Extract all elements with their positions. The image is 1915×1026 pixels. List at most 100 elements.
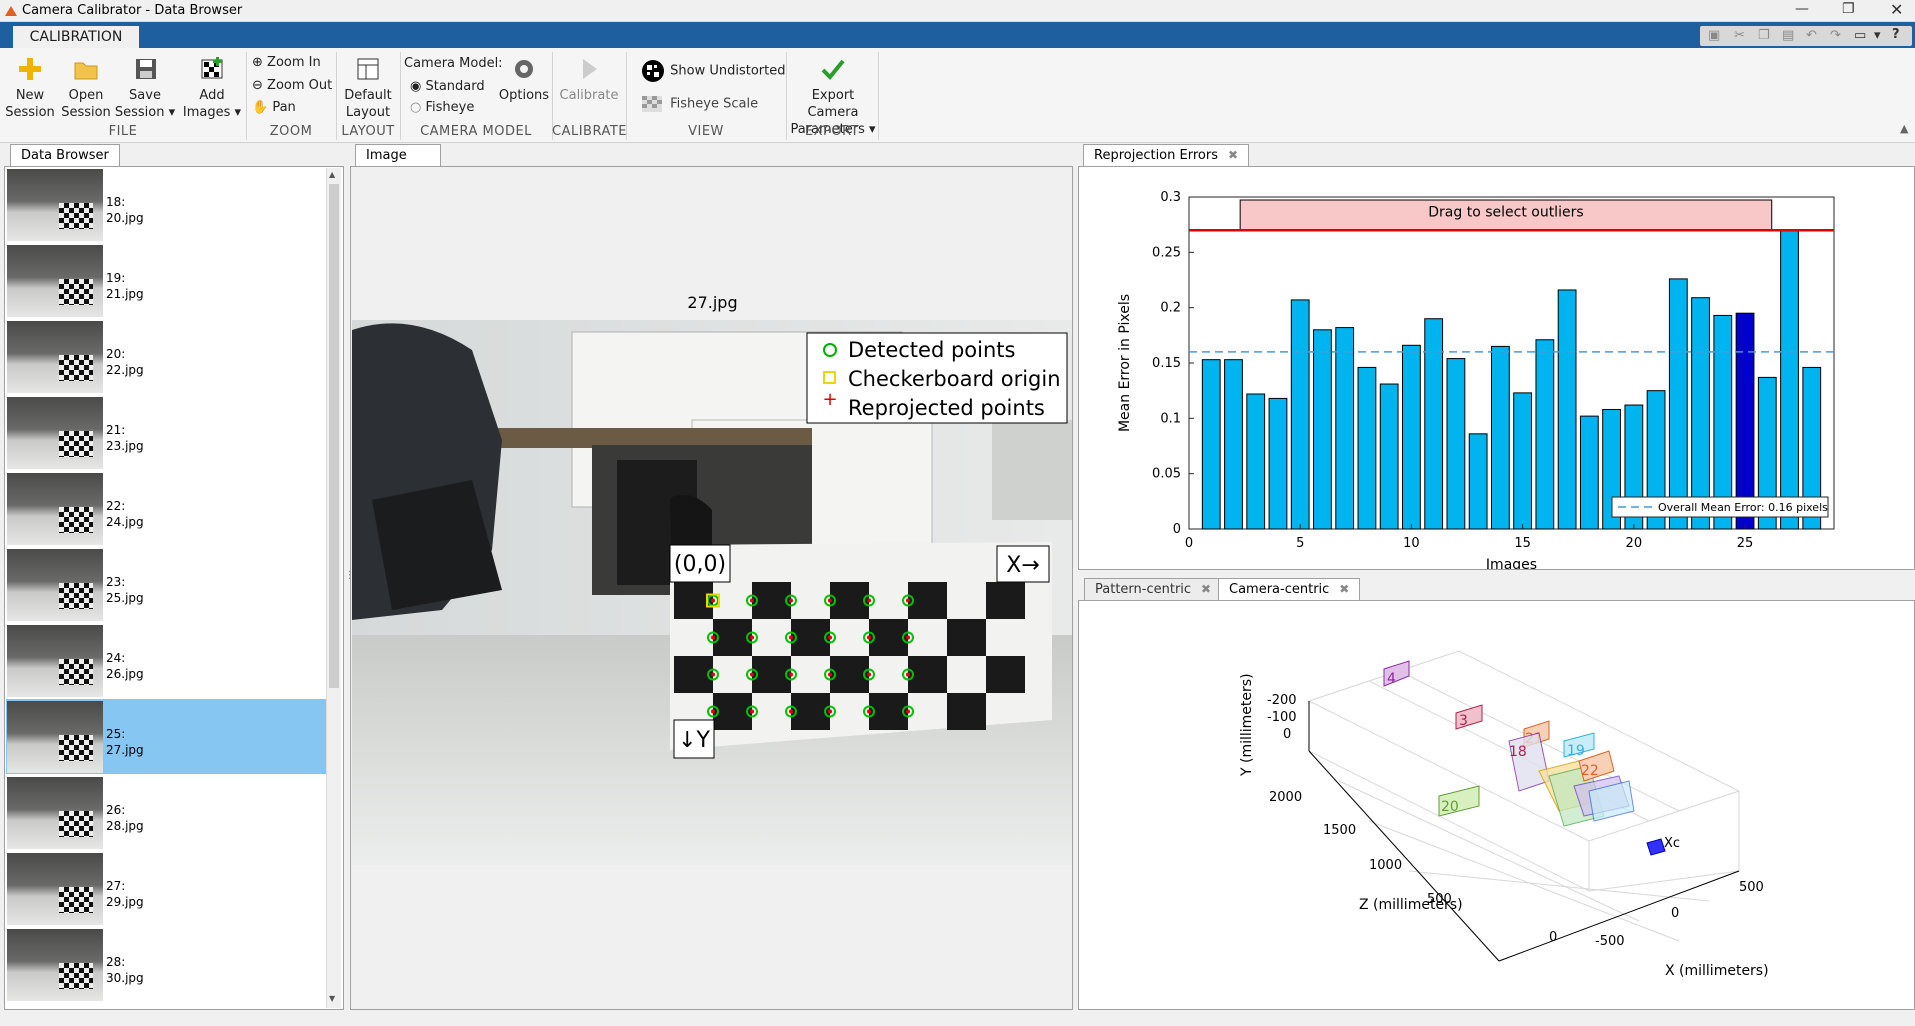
checkerboard-thumbnail (59, 811, 93, 837)
scroll-up-icon[interactable]: ▲ (329, 170, 335, 179)
list-item[interactable]: 20: 22.jpg (6, 319, 328, 394)
thumbnail-label: 21: 23.jpg (106, 422, 144, 454)
save-icon[interactable]: ▣ (1708, 28, 1720, 43)
fisheye-scale-button[interactable]: Fisheye Scale (640, 94, 758, 114)
layout-icon[interactable]: ▭ (1854, 28, 1866, 43)
image-filename: 20.jpg (106, 211, 144, 225)
zoom-in-icon: ⊕ (252, 55, 263, 70)
scroll-down-icon[interactable]: ▼ (329, 994, 335, 1003)
add-images-button[interactable]: Add Images ▾ (180, 56, 244, 121)
thumbnail-label: 20: 22.jpg (106, 346, 144, 378)
thumbnail-image (7, 397, 103, 469)
image-panel: 27.jpg (0,0) X→ ↓Y + Detected points Che… (350, 166, 1073, 1010)
x-tick: 0 (1671, 906, 1679, 921)
checkerboard-thumbnail (59, 735, 93, 761)
tab-data-browser[interactable]: Data Browser (10, 144, 120, 166)
restore-button[interactable]: ❐ (1842, 1, 1855, 17)
quick-access-toolbar: ▣ ✂ ❐ ▤ ↶ ↷ ▭ ▾ ? (1700, 26, 1912, 46)
x-tick-label: 0 (1185, 536, 1193, 551)
tab-reprojection-errors[interactable]: Reprojection Errors ✖ (1083, 144, 1250, 166)
options-button[interactable]: Options (498, 56, 550, 104)
list-item[interactable]: 21: 23.jpg (6, 395, 328, 470)
new-session-button[interactable]: New Session (4, 56, 56, 121)
zoom-in-button[interactable]: ⊕ Zoom In (252, 55, 321, 70)
scroll-thumb[interactable] (329, 184, 339, 688)
status-bar (0, 1012, 1915, 1024)
reprojected-point (906, 709, 910, 714)
x-axis-label: X→ (1006, 553, 1040, 578)
extrinsics-3d-plot[interactable]: -200 -100 0 2000 1500 1000 500 0 500 0 -… (1079, 601, 1914, 1009)
zoom-out-label: Zoom Out (267, 78, 333, 93)
x-axis-title: X (millimeters) (1665, 963, 1769, 979)
cut-icon[interactable]: ✂ (1734, 28, 1745, 43)
calibrate-button[interactable]: Calibrate (556, 56, 622, 104)
tab-image[interactable]: Image (355, 144, 441, 166)
save-session-button[interactable]: Save Session ▾ (114, 56, 176, 121)
open-session-label-1: Open (68, 88, 104, 103)
x-axis-title: Images (1486, 557, 1537, 569)
copy-icon[interactable]: ❐ (1758, 28, 1770, 43)
image-index: 27: (106, 879, 126, 893)
reprojected-point (828, 672, 832, 677)
list-item[interactable]: 26: 28.jpg (6, 775, 328, 850)
list-item[interactable]: 24: 26.jpg (6, 623, 328, 698)
bar (1557, 289, 1577, 530)
z-tick: 1500 (1323, 823, 1356, 838)
dropdown-icon[interactable]: ▾ (1874, 28, 1881, 43)
list-item[interactable]: 18: 20.jpg (6, 167, 328, 242)
image-legend: + Detected points Checkerboard origin Re… (806, 332, 1068, 424)
help-icon[interactable]: ? (1892, 27, 1900, 42)
close-window-button[interactable]: ✕ (1890, 0, 1903, 19)
radio-unselected-icon: ○ (410, 100, 422, 115)
thumbnail-label: 26: 28.jpg (106, 802, 144, 834)
list-item[interactable]: 19: 21.jpg (6, 243, 328, 318)
calibration-image[interactable]: (0,0) X→ ↓Y + Detected points Checkerboa… (352, 320, 1072, 1026)
bar (1357, 366, 1377, 530)
list-item[interactable]: 22: 24.jpg (6, 471, 328, 546)
thumbnail-label: 23: 25.jpg (106, 574, 144, 606)
default-layout-button[interactable]: Default Layout (340, 56, 396, 121)
reprojected-point (750, 598, 754, 603)
tab-calibration[interactable]: CALIBRATION (13, 26, 139, 48)
camera-model-label: Camera Model: (404, 56, 503, 71)
export-label-1: Export Camera (807, 88, 859, 120)
list-item[interactable]: 27: 29.jpg (6, 851, 328, 926)
show-undistorted-button[interactable]: Show Undistorted (640, 59, 785, 83)
bar (1335, 327, 1355, 530)
z-axis-title: Z (millimeters) (1359, 897, 1463, 913)
standard-radio[interactable]: ◉ Standard (410, 79, 485, 94)
list-item[interactable]: 23: 25.jpg (6, 547, 328, 622)
zoom-out-button[interactable]: ⊖ Zoom Out (252, 78, 332, 93)
fisheye-radio[interactable]: ○ Fisheye (410, 100, 474, 115)
scrollbar[interactable]: ▲ ▼ (326, 168, 341, 1008)
redo-icon[interactable]: ↷ (1830, 28, 1841, 43)
tab-pattern-centric[interactable]: Pattern-centric ✖ (1084, 578, 1223, 600)
tab-camera-centric[interactable]: Camera-centric ✖ (1218, 578, 1361, 600)
add-images-label-2: Images ▾ (182, 105, 242, 120)
bar (1668, 278, 1688, 530)
image-filename: 25.jpg (106, 591, 144, 605)
thumbnail-image (7, 549, 103, 621)
paste-icon[interactable]: ▤ (1782, 28, 1794, 43)
reprojected-point (711, 598, 715, 603)
close-tab-icon[interactable]: ✖ (1339, 582, 1349, 596)
y-tick: -100 (1267, 710, 1297, 725)
list-item[interactable]: 25: 27.jpg (6, 699, 328, 774)
default-layout-label-2: Layout (345, 105, 391, 120)
add-images-icon (201, 57, 223, 79)
reprojection-chart[interactable]: 0 0.05 0.1 0.15 0.2 0.25 0.3 0 5 10 15 20 25 Drag to … (1079, 167, 1914, 573)
close-tab-icon[interactable]: ✖ (1228, 148, 1238, 162)
default-layout-label-1: Default (344, 88, 392, 103)
tab-pattern-centric-label: Pattern-centric (1095, 582, 1192, 597)
group-file: FILE (108, 124, 138, 139)
y-tick-label: 0.05 (1152, 467, 1181, 482)
pan-button[interactable]: ✋ Pan (252, 100, 296, 115)
undo-icon[interactable]: ↶ (1806, 28, 1817, 43)
list-item[interactable]: 28: 30.jpg (6, 927, 328, 1002)
open-session-button[interactable]: Open Session (60, 56, 112, 121)
reprojected-point (906, 672, 910, 677)
collapse-ribbon-icon[interactable]: ▲ (1900, 122, 1908, 135)
pan-hand-icon: ✋ (252, 100, 269, 115)
close-tab-icon[interactable]: ✖ (1201, 582, 1211, 596)
minimize-button[interactable]: — (1795, 1, 1809, 17)
